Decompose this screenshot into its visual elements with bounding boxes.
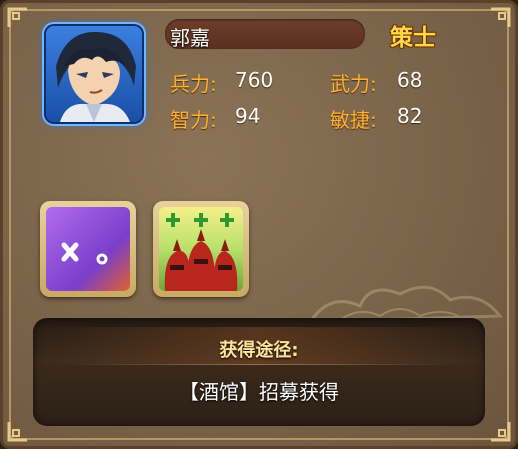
skill-slot-2[interactable] [153,201,249,297]
portrait-image [46,26,142,122]
corner-ornament-icon [489,420,511,442]
skill-slot-1[interactable] [40,201,136,297]
corner-ornament-icon [489,7,511,29]
general-class-badge: 策士 [390,24,436,51]
stat-intellect-label: 智力: [170,108,217,132]
stat-agility-value: 82 [397,104,423,128]
red-soldiers-heal-skill-icon [159,207,243,291]
stat-troops-value: 760 [235,68,274,92]
purple-mark-skill-icon [46,207,130,291]
corner-ornament-icon [7,7,29,29]
stat-agility-label: 敏捷: [330,108,377,132]
acquisition-method: 【酒馆】招募获得 [179,380,339,404]
acquisition-title: 获得途径: [219,340,299,361]
corner-ornament-icon [7,420,29,442]
stat-intellect-value: 94 [235,104,261,128]
stat-troops-label: 兵力: [170,72,217,96]
stat-force-value: 68 [397,68,423,92]
stat-force-label: 武力: [330,72,377,96]
divider [70,364,448,365]
general-portrait[interactable] [46,26,142,122]
general-name: 郭嘉 [170,26,210,50]
